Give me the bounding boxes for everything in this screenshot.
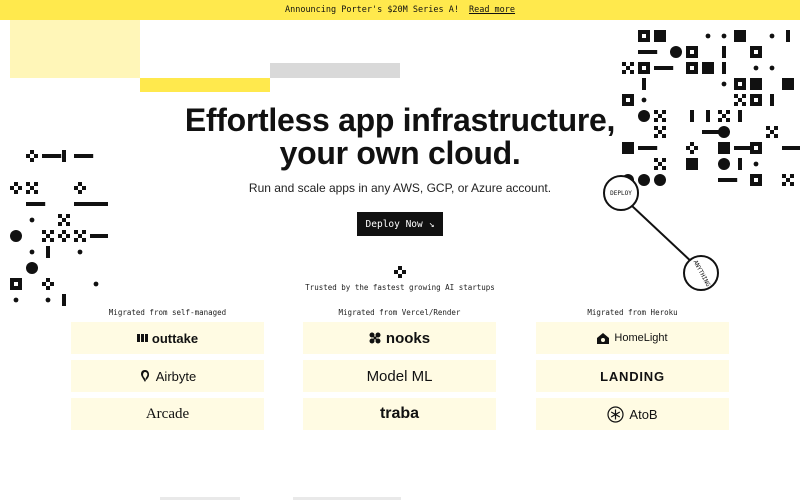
column-vercel-render: Migrated from Vercel/Render nooks Model … <box>303 307 496 436</box>
logo-model-ml: Model ML <box>366 367 433 385</box>
logo-card-homelight: HomeLight <box>536 322 729 354</box>
logo-landing: LANDING <box>600 368 665 384</box>
outtake-logo-icon <box>136 334 148 342</box>
logo-card-outtake: outtake <box>71 322 264 354</box>
atob-logo-icon <box>607 405 625 423</box>
logo-atob: AtoB <box>629 406 658 422</box>
column-label: Migrated from Vercel/Render <box>338 308 461 317</box>
logo-arcade: Arcade <box>145 405 190 422</box>
trusted-caption: Trusted by the fastest growing AI startu… <box>305 283 495 292</box>
logo-outtake: outtake <box>151 330 199 346</box>
pixel-cross-icon <box>394 266 406 278</box>
logo-card-atob: AtoB <box>536 398 729 430</box>
logo-nooks: nooks <box>385 329 431 347</box>
logo-card-model-ml: Model ML <box>303 360 496 392</box>
column-heroku: Migrated from Heroku HomeLight LANDING A… <box>536 307 729 436</box>
logo-traba: traba <box>379 405 420 422</box>
logo-card-traba: traba <box>303 398 496 430</box>
column-label: Migrated from self-managed <box>108 308 227 317</box>
logo-homelight: HomeLight <box>614 332 668 344</box>
logo-card-landing: LANDING <box>536 360 729 392</box>
deploy-node-label: DEPLOY <box>610 189 632 197</box>
logo-card-airbyte: Airbyte <box>71 360 264 392</box>
deploy-node: DEPLOY <box>603 175 639 211</box>
logo-card-nooks: nooks <box>303 322 496 354</box>
logo-card-arcade: Arcade <box>71 398 264 430</box>
logo-airbyte: Airbyte <box>155 368 197 384</box>
column-label: Migrated from Heroku <box>587 308 678 317</box>
nooks-logo-icon <box>369 332 381 344</box>
column-self-managed: Migrated from self-managed outtake Airby… <box>71 307 264 436</box>
homelight-logo-icon <box>597 332 610 344</box>
airbyte-logo-icon <box>140 370 149 382</box>
